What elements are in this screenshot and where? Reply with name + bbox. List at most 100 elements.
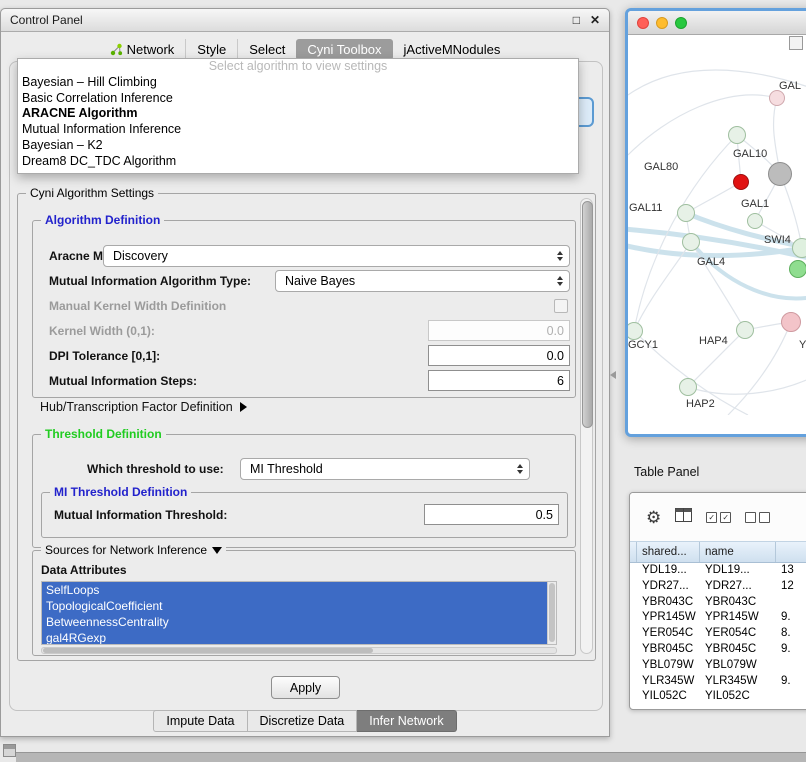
settings-group-title: Cyni Algorithm Settings (26, 186, 158, 200)
table-row[interactable]: YLR345WYLR345W9. (630, 674, 806, 690)
network-node-hap2[interactable] (679, 378, 697, 396)
attribute-item-gal4rgexp[interactable]: gal4RGexp (42, 630, 556, 645)
popup-item-bayesian-k2[interactable]: Bayesian – K2 (18, 138, 578, 154)
network-corner-widget[interactable] (789, 36, 803, 50)
mi-threshold-field[interactable] (424, 504, 559, 525)
docked-panel-icon[interactable] (3, 744, 16, 757)
network-node-gal10[interactable] (768, 162, 792, 186)
network-node-gal80[interactable] (728, 126, 746, 144)
table-panel-title: Table Panel (634, 465, 699, 479)
checked-pair-icon[interactable]: ✓✓ (706, 512, 731, 523)
network-node[interactable] (789, 260, 806, 278)
table-row[interactable]: YBR045CYBR045C9. (630, 642, 806, 658)
table-row[interactable]: YDL19...YDL19...13 (630, 563, 806, 579)
data-attributes-label: Data Attributes (41, 563, 127, 577)
table-row[interactable]: YBR043CYBR043C (630, 595, 806, 611)
column-header-name[interactable]: name (700, 542, 776, 562)
close-icon[interactable]: ✕ (590, 13, 600, 27)
aracne-mode-select[interactable]: Discovery (103, 245, 570, 267)
kernel-width-field[interactable] (428, 320, 570, 341)
cell (776, 595, 806, 611)
which-threshold-value: MI Threshold (250, 462, 323, 476)
popup-item-mutual-information-inference[interactable]: Mutual Information Inference (18, 122, 578, 138)
cell: YDR27... (637, 579, 700, 595)
zoom-traffic-light[interactable] (675, 17, 687, 29)
bottom-tab-infer-network[interactable]: Infer Network (357, 710, 456, 732)
network-node-hap4[interactable] (736, 321, 754, 339)
tab-jactivemnodules[interactable]: jActiveMNodules (393, 39, 512, 60)
gear-icon[interactable]: ⚙ (646, 509, 661, 526)
bottom-tab-discretize-data[interactable]: Discretize Data (248, 710, 358, 732)
network-window-titlebar[interactable] (628, 11, 806, 35)
bottom-tab-impute-data[interactable]: Impute Data (153, 710, 247, 732)
settings-scrollbar-thumb[interactable] (582, 201, 593, 428)
close-traffic-light[interactable] (637, 17, 649, 29)
attribute-item-betweennesscentrality[interactable]: BetweennessCentrality (42, 614, 556, 630)
apply-button[interactable]: Apply (271, 676, 340, 699)
attributes-scrollbar-thumb[interactable] (549, 583, 555, 642)
hub-definition-label: Hub/Transcription Factor Definition (40, 400, 233, 414)
attributes-scrollbar[interactable] (547, 582, 556, 644)
popup-item-bayesian-hill-climbing[interactable]: Bayesian – Hill Climbing (18, 75, 578, 91)
attributes-hscrollbar-thumb[interactable] (43, 648, 373, 653)
network-node-gal1[interactable] (747, 213, 763, 229)
manual-kernel-label: Manual Kernel Width Definition (49, 299, 226, 313)
popup-placeholder: Select algorithm to view settings (18, 59, 578, 75)
network-node-label-y: Y (799, 339, 806, 351)
tab-network[interactable]: Network (99, 39, 186, 60)
network-node-y[interactable] (781, 312, 801, 332)
column-header-shared[interactable]: shared... (637, 542, 700, 562)
popup-item-dream8-dc-tdc-algorithm[interactable]: Dream8 DC_TDC Algorithm (18, 154, 578, 170)
table-row[interactable]: YIL052CYIL052C (630, 689, 806, 705)
control-panel-titlebar[interactable]: Control Panel □ ✕ (1, 9, 609, 32)
attribute-item-selfloops[interactable]: SelfLoops (42, 582, 556, 598)
tab-bar: NetworkStyleSelectCyni ToolboxjActiveMNo… (1, 39, 609, 60)
attribute-item-topologicalcoefficient[interactable]: TopologicalCoefficient (42, 598, 556, 614)
table-row[interactable]: YDR27...YDR27...12 (630, 579, 806, 595)
table-row[interactable]: YPR145WYPR145W9. (630, 610, 806, 626)
table-row[interactable]: YER054CYER054C8. (630, 626, 806, 642)
dpi-tolerance-field[interactable] (428, 345, 570, 366)
table-header: shared...name (630, 541, 806, 563)
collapse-arrow-icon (212, 547, 222, 554)
columns-icon[interactable] (675, 508, 692, 527)
cell: YLR345W (700, 674, 776, 690)
window-title: Control Panel (10, 13, 83, 27)
network-node[interactable] (733, 174, 749, 190)
network-node-gal4[interactable] (682, 233, 700, 251)
tab-select[interactable]: Select (237, 39, 296, 60)
network-node-label-gcy1: GCY1 (628, 339, 658, 351)
network-node-swi4[interactable] (792, 238, 806, 258)
tab-cyni-toolbox[interactable]: Cyni Toolbox (296, 39, 392, 60)
cell: YBR043C (637, 595, 700, 611)
mi-type-select[interactable]: Naive Bayes (275, 270, 570, 292)
attributes-hscrollbar[interactable] (41, 647, 557, 654)
network-node-gal11[interactable] (677, 204, 695, 222)
popup-item-basic-correlation-inference[interactable]: Basic Correlation Inference (18, 91, 578, 107)
float-window-icon[interactable]: □ (573, 13, 580, 27)
which-threshold-select[interactable]: MI Threshold (240, 458, 530, 480)
table-row[interactable]: YBL079WYBL079W (630, 658, 806, 674)
manual-kernel-checkbox[interactable] (554, 299, 568, 313)
cell: 12 (776, 579, 806, 595)
network-canvas[interactable]: GALGAL80GAL10GAL11GAL1SWI4GAL4GCY1HAP4YH… (628, 35, 806, 415)
network-node-gcy1[interactable] (625, 322, 643, 340)
hub-definition-expander[interactable]: Hub/Transcription Factor Definition (40, 400, 247, 414)
mi-steps-field[interactable] (428, 370, 570, 391)
tab-style[interactable]: Style (185, 39, 237, 60)
unchecked-pair-icon[interactable] (745, 512, 770, 523)
expander-arrow-icon (240, 402, 247, 412)
column-header-extra[interactable] (776, 542, 806, 562)
algorithm-definition-group: Algorithm Definition Aracne Mode: Discov… (32, 220, 576, 398)
cyni-algorithm-settings-group: Cyni Algorithm Settings Algorithm Defini… (17, 193, 596, 661)
sources-group-title[interactable]: Sources for Network Inference (41, 543, 226, 557)
popup-item-aracne-algorithm[interactable]: ARACNE Algorithm (18, 106, 578, 122)
row-gutter (630, 642, 637, 658)
cell: YBR043C (700, 595, 776, 611)
network-node-gal[interactable] (769, 90, 785, 106)
minimize-traffic-light[interactable] (656, 17, 668, 29)
table-panel-window: ⚙ ✓✓ shared...name YDL19...YDL19...13YDR… (629, 492, 806, 710)
splitter-collapse-icon[interactable] (610, 371, 616, 379)
network-node-label-gal11: GAL11 (629, 202, 662, 214)
settings-scrollbar[interactable] (580, 198, 593, 654)
